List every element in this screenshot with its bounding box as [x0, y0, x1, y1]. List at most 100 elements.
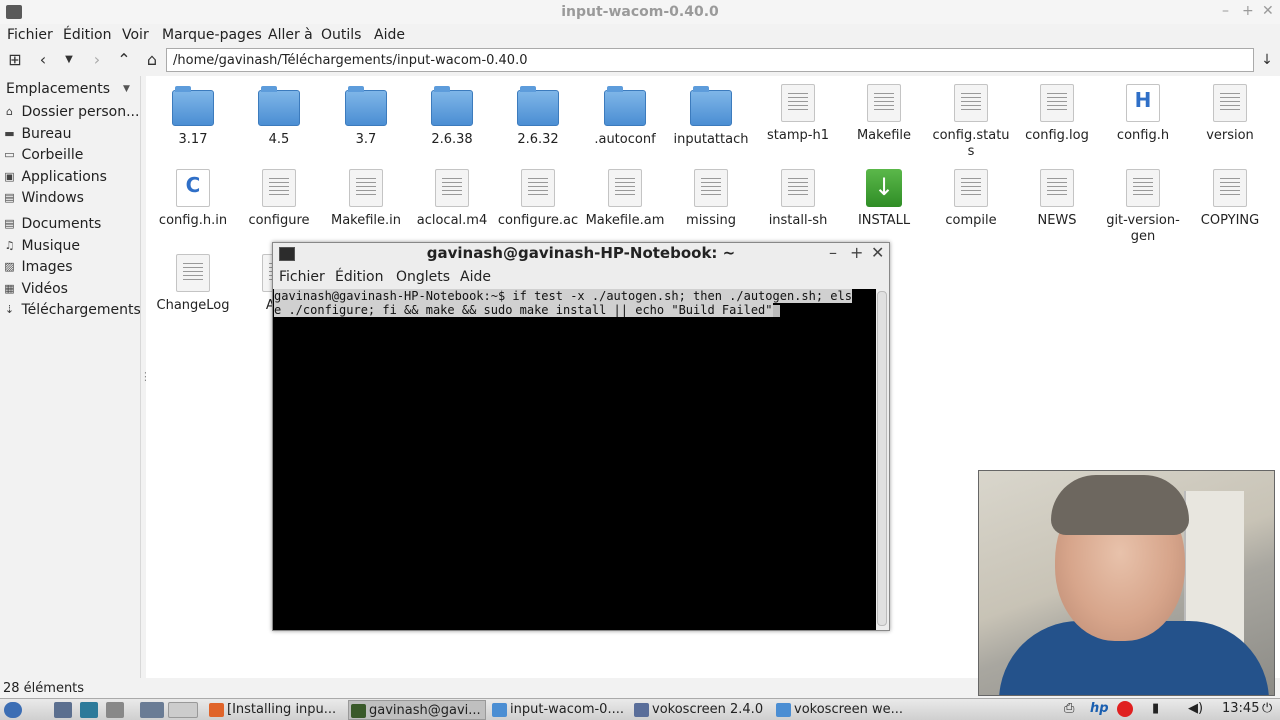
workspace-switcher[interactable] [168, 702, 198, 718]
task-vokoscreen[interactable]: vokoscreen 2.4.0 [632, 700, 770, 720]
file-item[interactable]: ChangeLog [148, 254, 238, 314]
file-name: compile [945, 213, 997, 228]
file-name: 4.5 [268, 132, 290, 147]
sidebar-item-musique[interactable]: ♫ Musique [2, 238, 140, 258]
menu-fichier[interactable]: Fichier [7, 27, 53, 43]
terminal-window[interactable]: gavinash@gavinash-HP-Notebook: ~ – + ✕ F… [272, 242, 890, 631]
new-tab-icon[interactable]: ⊞ [4, 49, 26, 71]
file-item[interactable]: 2.6.32 [493, 84, 583, 148]
sidebar-item-images[interactable]: ▨ Images [2, 259, 140, 279]
file-item[interactable]: 2.6.38 [407, 84, 497, 148]
menu-marque-pages[interactable]: Marque-pages [162, 27, 262, 43]
file-item[interactable]: missing [666, 169, 756, 229]
menu-edition[interactable]: Édition [63, 27, 111, 43]
terminal-launcher-icon[interactable] [106, 702, 124, 718]
file-name: Makefile.am [585, 213, 665, 228]
task-terminal[interactable]: gavinash@gavi... [348, 700, 486, 720]
sidebar-item-home[interactable]: ⌂ Dossier person... [2, 104, 140, 124]
sidebar-header[interactable]: Emplacements [6, 81, 110, 97]
task-vokoscreen-webcam[interactable]: vokoscreen we... [774, 700, 912, 720]
folder-icon [604, 86, 646, 126]
terminal-close-icon[interactable]: ✕ [871, 243, 884, 262]
file-item[interactable]: configure.ac [493, 169, 583, 229]
sidebar-item-applications[interactable]: ▣ Applications [2, 169, 140, 189]
file-item[interactable]: 3.17 [148, 84, 238, 148]
file-manager-launcher-icon[interactable] [54, 702, 72, 718]
clock[interactable]: 13:45 [1222, 701, 1259, 716]
file-item[interactable]: config.log [1012, 84, 1102, 144]
firefox-icon [209, 703, 224, 717]
chevron-down-icon[interactable]: ▼ [123, 84, 130, 94]
text-file-icon [608, 169, 642, 207]
task-browser[interactable]: [Installing inpu... [207, 700, 345, 720]
window-titlebar: input-wacom-0.40.0 – + ✕ [0, 0, 1280, 24]
file-item[interactable]: aclocal.m4 [407, 169, 497, 229]
webcam-person-hair [1051, 475, 1189, 535]
start-menu-icon[interactable] [4, 702, 22, 718]
file-item[interactable]: Makefile [839, 84, 929, 144]
file-item[interactable]: Hconfig.h [1098, 84, 1188, 144]
text-file-icon [1126, 169, 1160, 207]
printer-icon[interactable]: ⎙ [1064, 701, 1074, 716]
file-item[interactable]: 3.7 [321, 84, 411, 148]
file-item[interactable]: inputattach [666, 84, 756, 148]
task-file-manager[interactable]: input-wacom-0.... [490, 700, 628, 720]
home-icon[interactable]: ⌂ [141, 49, 163, 71]
file-name: 2.6.32 [517, 132, 559, 147]
file-item[interactable]: configure [234, 169, 324, 229]
file-item[interactable]: Makefile.in [321, 169, 411, 229]
file-item[interactable]: .autoconf [580, 84, 670, 148]
terminal-prompt: gavinash@gavinash-HP-Notebook:~$ [274, 289, 506, 303]
text-file-icon [262, 169, 296, 207]
network-icon[interactable]: ▮ [1152, 701, 1159, 716]
menu-voir[interactable]: Voir [122, 27, 149, 43]
sidebar-item-bureau[interactable]: ▬ Bureau [2, 126, 140, 146]
terminal-menu-fichier[interactable]: Fichier [279, 269, 325, 285]
forward-icon[interactable]: › [86, 49, 108, 71]
file-item[interactable]: version [1185, 84, 1275, 144]
file-item[interactable]: compile [926, 169, 1016, 229]
menu-aller-a[interactable]: Aller à [268, 27, 313, 43]
record-icon[interactable] [1117, 701, 1133, 717]
terminal-scrollbar[interactable] [877, 291, 887, 626]
drive-icon: ▤ [4, 191, 15, 204]
file-item[interactable]: 4.5 [234, 84, 324, 148]
close-icon[interactable]: ✕ [1262, 3, 1274, 19]
file-item[interactable]: COPYING [1185, 169, 1275, 229]
file-item[interactable]: git-version- gen [1098, 169, 1188, 245]
back-icon[interactable]: ‹ [32, 49, 54, 71]
text-file-icon [435, 169, 469, 207]
sidebar-item-documents[interactable]: ▤ Documents [2, 216, 140, 236]
history-dropdown-icon[interactable]: ▼ [58, 49, 80, 71]
terminal-screen[interactable]: gavinash@gavinash-HP-Notebook:~$ if test… [273, 289, 876, 630]
file-item[interactable]: config.statu s [926, 84, 1016, 160]
terminal-menu-onglets[interactable]: Onglets [396, 269, 450, 285]
menu-outils[interactable]: Outils [321, 27, 361, 43]
sidebar-item-telechargements[interactable]: ⇣ Téléchargements [2, 302, 140, 322]
sidebar-item-corbeille[interactable]: ▭ Corbeille [2, 147, 140, 167]
terminal-menu-aide[interactable]: Aide [460, 269, 491, 285]
location-input[interactable]: /home/gavinash/Téléchargements/input-wac… [166, 48, 1254, 72]
terminal-menu-edition[interactable]: Édition [335, 269, 383, 285]
browser-launcher-icon[interactable] [80, 702, 98, 718]
sidebar-item-videos[interactable]: ▦ Vidéos [2, 281, 140, 301]
file-item[interactable]: stamp-h1 [753, 84, 843, 144]
go-icon[interactable]: ↓ [1256, 49, 1278, 71]
maximize-icon[interactable]: + [1242, 3, 1254, 19]
terminal-minimize-icon[interactable]: – [829, 243, 837, 262]
hp-icon[interactable]: hp [1090, 701, 1109, 716]
up-icon[interactable]: ⌃ [113, 49, 135, 71]
file-item[interactable]: NEWS [1012, 169, 1102, 229]
show-desktop-icon[interactable] [140, 702, 164, 718]
power-icon[interactable]: ⏻ [1262, 701, 1272, 716]
volume-icon[interactable]: ◀) [1188, 701, 1203, 716]
minimize-icon[interactable]: – [1222, 3, 1229, 19]
file-item[interactable]: Makefile.am [580, 169, 670, 229]
menu-aide[interactable]: Aide [374, 27, 405, 43]
sidebar-item-windows[interactable]: ▤ Windows [2, 190, 140, 210]
file-item[interactable]: Cconfig.h.in [148, 169, 238, 229]
file-item[interactable]: ↓ INSTALL [839, 169, 929, 229]
terminal-maximize-icon[interactable]: + [850, 243, 863, 262]
file-item[interactable]: install-sh [753, 169, 843, 229]
music-icon: ♫ [4, 239, 15, 252]
